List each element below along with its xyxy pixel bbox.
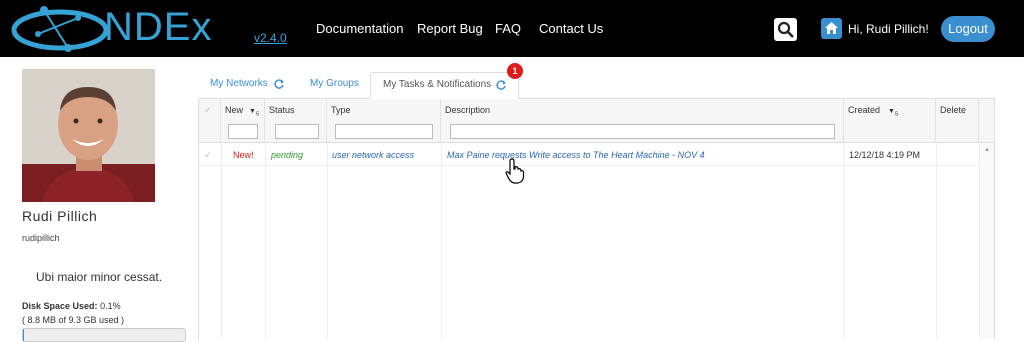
- table-row[interactable]: ✓ New! pending user network access Max P…: [199, 144, 994, 166]
- top-navbar: NDEx v2.4.0 Documentation Report Bug FAQ…: [0, 0, 1024, 57]
- notification-badge: 1: [507, 63, 523, 79]
- column-divider: [265, 143, 266, 339]
- user-greeting[interactable]: Hi, Rudi Pillich!: [848, 22, 929, 36]
- cell-new: New!: [233, 150, 254, 160]
- column-divider: [327, 143, 328, 339]
- home-button[interactable]: [821, 18, 842, 39]
- disk-usage-label: Disk Space Used: 0.1%: [22, 301, 121, 311]
- column-type[interactable]: Type: [327, 99, 441, 143]
- select-all-column[interactable]: ✓: [199, 99, 221, 143]
- nav-report-bug[interactable]: Report Bug: [417, 21, 483, 36]
- tab-my-groups[interactable]: My Groups: [298, 72, 370, 99]
- cell-status: pending: [271, 150, 303, 160]
- refresh-icon[interactable]: [495, 79, 507, 91]
- search-button[interactable]: [774, 18, 797, 41]
- table-scrollbar[interactable]: [979, 143, 994, 339]
- cell-type: user network access: [332, 150, 414, 160]
- column-header-label: Description: [445, 105, 490, 115]
- disk-usage-bar: [22, 328, 186, 342]
- home-icon: [821, 18, 842, 39]
- row-select-check-icon[interactable]: ✓: [204, 150, 212, 161]
- nav-faq[interactable]: FAQ: [495, 21, 521, 36]
- disk-usage-percent: 0.1%: [100, 301, 121, 311]
- column-divider: [936, 143, 937, 339]
- column-header-label: New: [225, 105, 243, 115]
- scroll-up-icon[interactable]: ▲: [984, 147, 990, 153]
- tab-label: My Tasks & Notifications: [383, 79, 491, 90]
- nav-documentation[interactable]: Documentation: [316, 21, 403, 36]
- filter-type-input[interactable]: [335, 124, 433, 139]
- hand-cursor-icon: [505, 158, 525, 184]
- profile-photo: [22, 69, 155, 202]
- column-header-label: Created: [848, 105, 880, 115]
- cell-created: 12/12/18 4:19 PM: [849, 150, 920, 160]
- column-divider: [221, 143, 222, 339]
- filter-new-input[interactable]: [228, 124, 258, 139]
- cell-description-link[interactable]: Max Paine requests Write access to The H…: [447, 150, 705, 160]
- avatar: [22, 69, 155, 202]
- profile-name: Rudi Pillich: [22, 208, 97, 224]
- tab-label: My Groups: [310, 78, 359, 89]
- logout-button[interactable]: Logout: [941, 16, 995, 42]
- column-header-label: Delete: [940, 105, 966, 115]
- column-new[interactable]: New ▼5: [221, 99, 265, 143]
- column-divider: [441, 143, 442, 339]
- disk-usage-title: Disk Space Used:: [22, 301, 98, 311]
- nav-contact-us[interactable]: Contact Us: [539, 21, 603, 36]
- profile-username: rudipillich: [22, 233, 60, 243]
- select-all-check-icon[interactable]: ✓: [204, 105, 212, 116]
- tab-label: My Networks: [210, 78, 268, 89]
- column-status[interactable]: Status: [265, 99, 327, 143]
- tab-my-networks[interactable]: My Networks: [198, 72, 290, 99]
- sort-icon[interactable]: ▼5: [249, 108, 259, 117]
- profile-motto: Ubi maior minor cessat.: [36, 270, 162, 284]
- column-header-label: Type: [331, 105, 351, 115]
- sort-icon[interactable]: ▼5: [888, 108, 898, 117]
- column-header-label: Status: [269, 105, 295, 115]
- tab-my-tasks[interactable]: My Tasks & Notifications: [370, 72, 519, 99]
- column-delete[interactable]: Delete: [936, 99, 979, 143]
- logo-wordmark: NDEx: [104, 5, 212, 50]
- tasks-table: ✓ New ▼5 Status Type Description Created…: [198, 99, 995, 339]
- disk-usage-detail: ( 8.8 MB of 9.3 GB used ): [22, 315, 124, 325]
- column-description[interactable]: Description: [441, 99, 844, 143]
- version-link[interactable]: v2.4.0: [254, 31, 287, 45]
- search-icon: [774, 18, 797, 41]
- column-created[interactable]: Created ▼5: [844, 99, 936, 143]
- filter-status-input[interactable]: [275, 124, 319, 139]
- filter-description-input[interactable]: [450, 124, 835, 139]
- column-divider: [844, 143, 845, 339]
- refresh-icon[interactable]: [273, 78, 285, 90]
- ndex-logo-icon: [8, 4, 112, 54]
